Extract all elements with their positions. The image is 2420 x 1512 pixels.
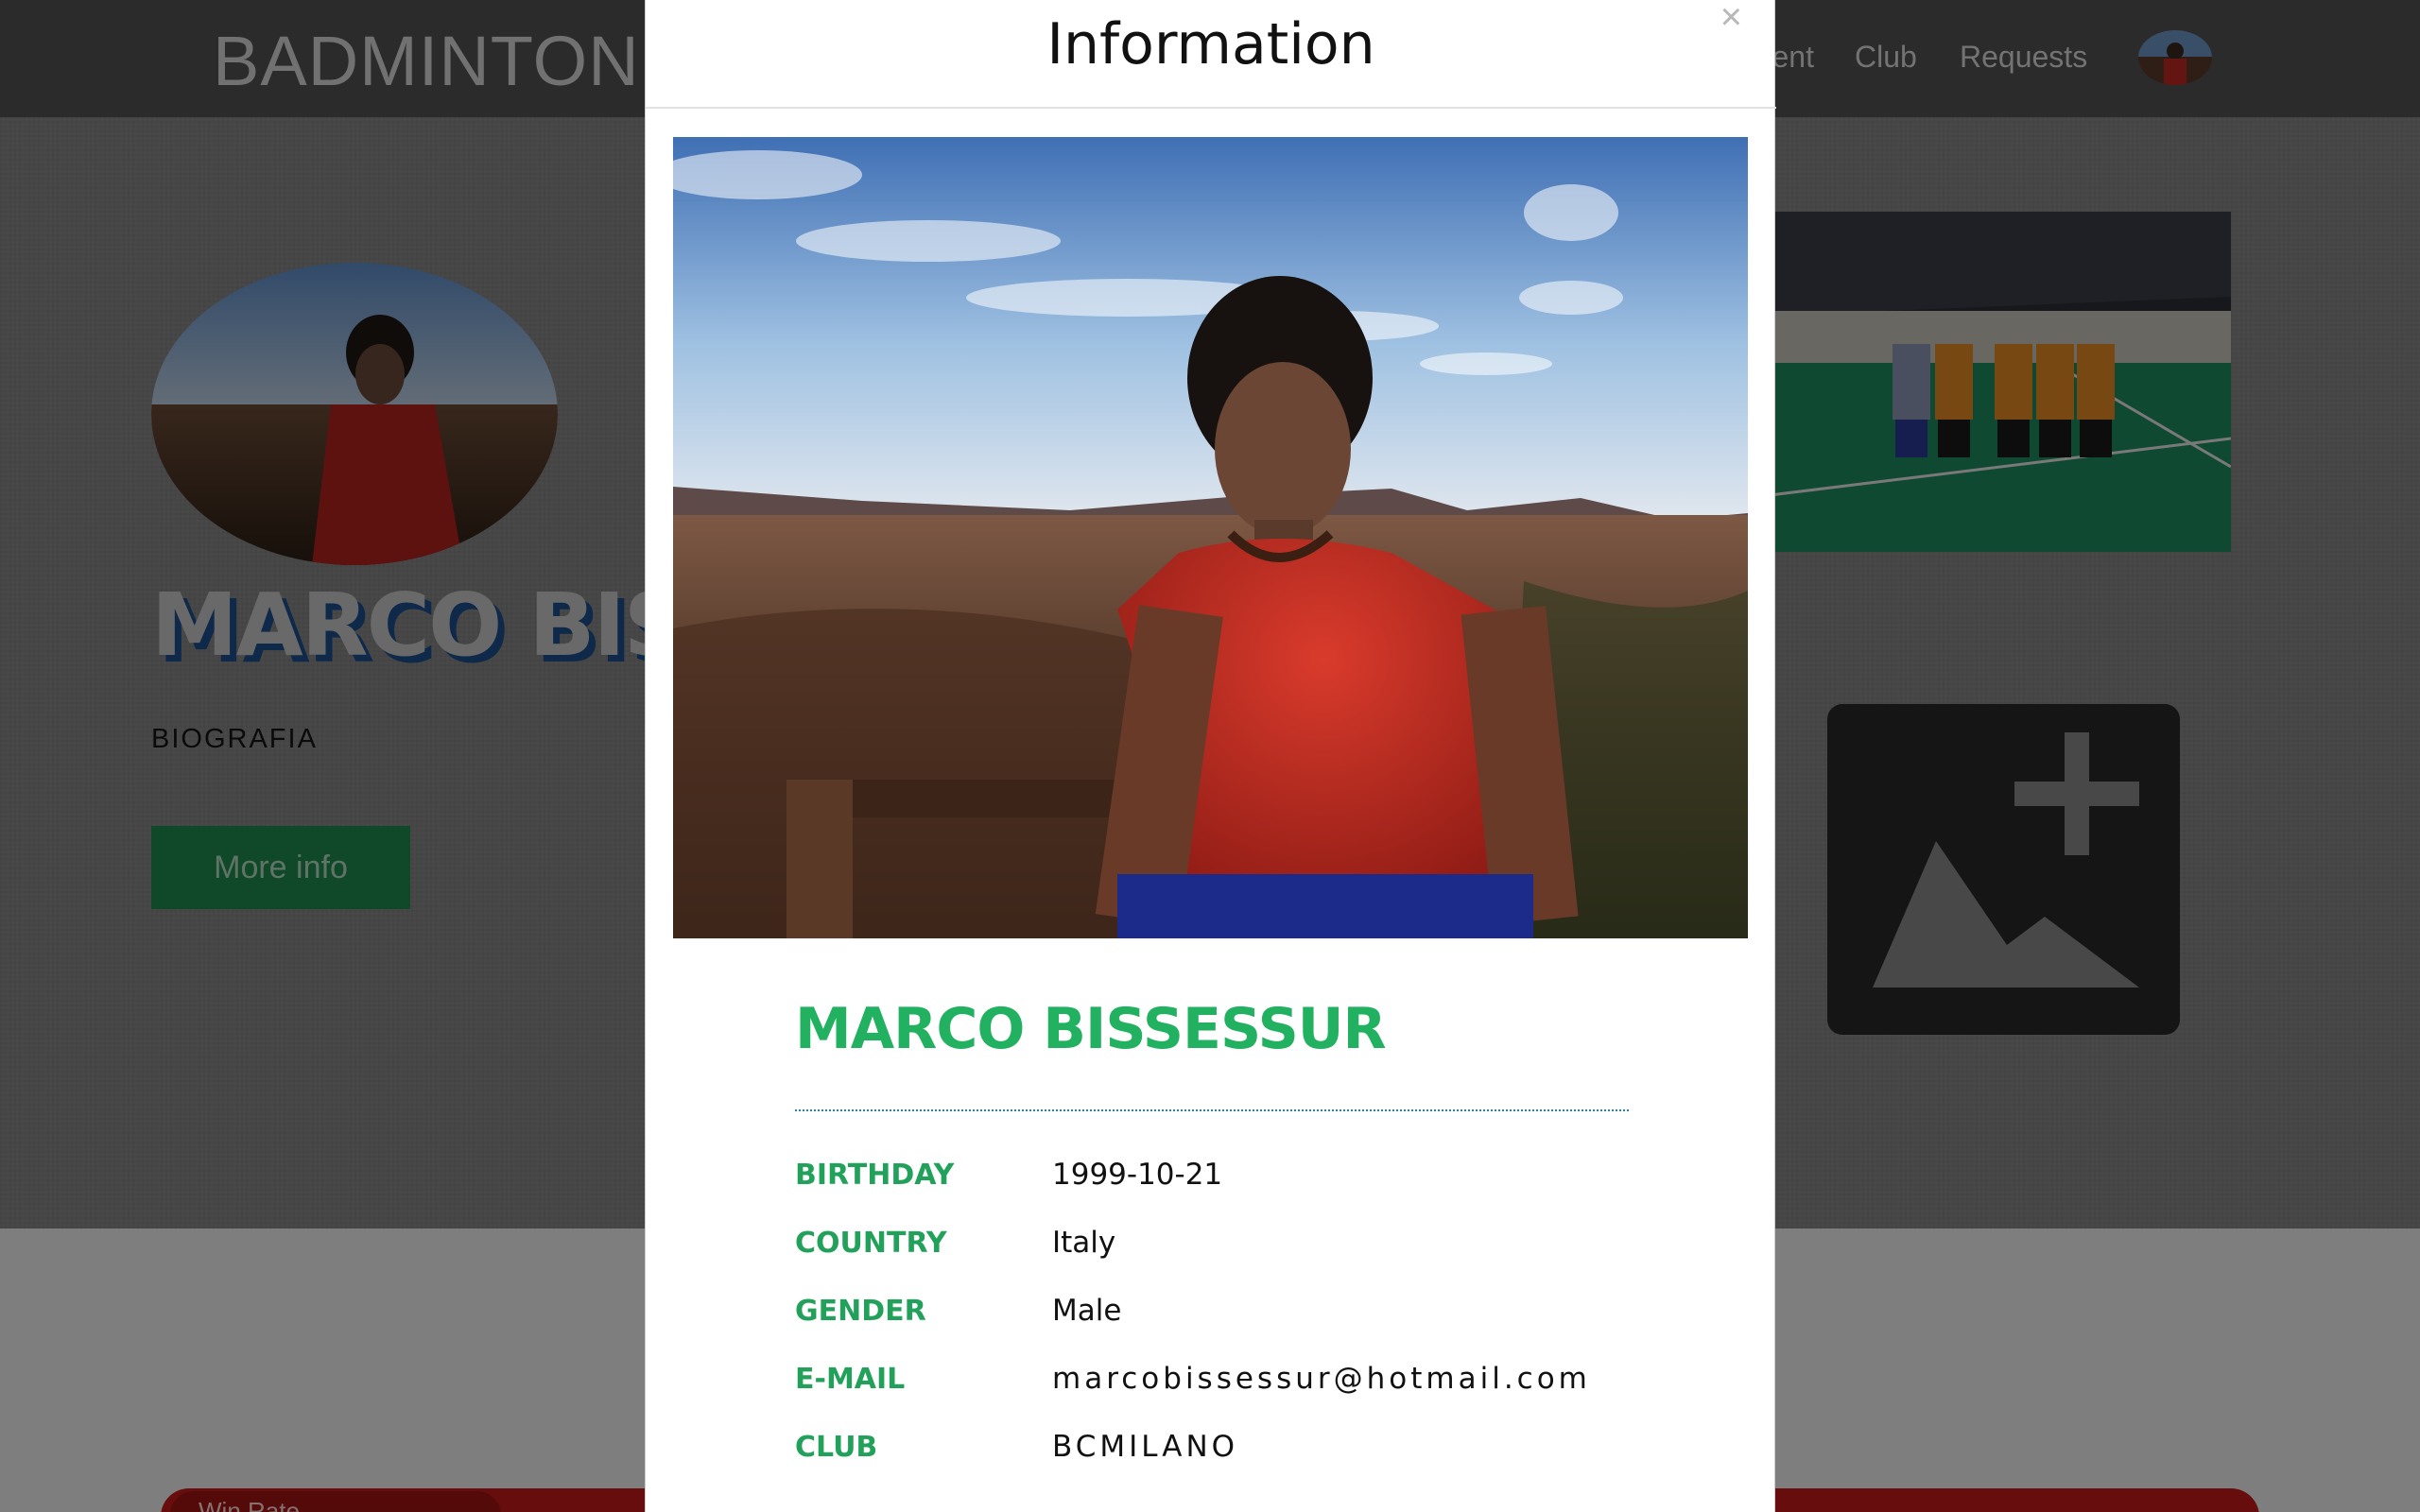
birthday-value: 1999-10-21 <box>1052 1158 1223 1192</box>
email-label: E-MAIL <box>795 1363 906 1396</box>
gender-label: GENDER <box>795 1295 926 1328</box>
country-value: Italy <box>1052 1226 1116 1260</box>
email-value: marcobissessur@hotmail.com <box>1052 1362 1591 1396</box>
club-value: BCMILANO <box>1052 1430 1239 1464</box>
gender-value: Male <box>1052 1294 1122 1328</box>
club-label: CLUB <box>795 1431 878 1464</box>
birthday-label: BIRTHDAY <box>795 1159 955 1192</box>
profile-photo <box>673 137 1748 938</box>
modal-title: Information <box>1046 11 1375 77</box>
detail-divider <box>795 1109 1629 1111</box>
modal-header: Information × <box>646 0 1776 109</box>
country-label: COUNTRY <box>795 1227 947 1260</box>
detail-name: MARCO BISSESSUR <box>795 996 1387 1062</box>
close-icon[interactable]: × <box>1720 0 1742 36</box>
information-modal: Information × MARCO BISSESSUR BIRTHDAY 1… <box>645 0 1776 1512</box>
